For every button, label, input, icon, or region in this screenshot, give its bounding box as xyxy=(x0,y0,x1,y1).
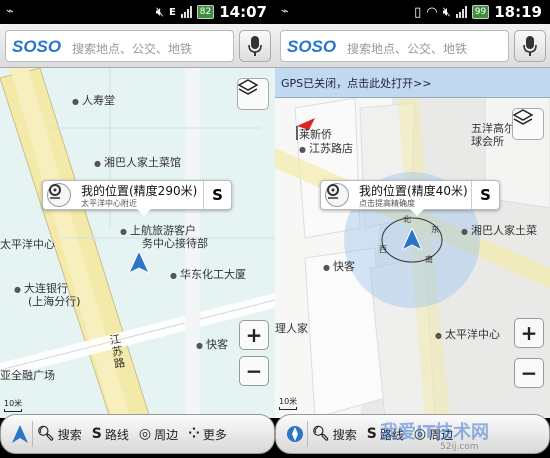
poi-renshoutang[interactable]: ● 人寿堂 xyxy=(72,92,115,108)
signal-icon xyxy=(455,6,467,18)
compass-south: 南 xyxy=(425,255,433,264)
layers-icon xyxy=(238,79,258,95)
callout-tail xyxy=(137,209,151,216)
compass-mode-button[interactable] xyxy=(282,421,308,447)
poi-liren[interactable]: 理人家 xyxy=(275,320,308,336)
zoom-out-button[interactable]: − xyxy=(514,358,544,388)
my-location-callout[interactable]: 我的位置(精度290米) 太平洋中心附近 S xyxy=(42,180,232,216)
callout-title: 我的位置(精度290米) xyxy=(81,184,198,198)
nearby-icon: ◎ xyxy=(138,426,152,442)
search-placeholder: 搜索地点、公交、地铁 xyxy=(72,42,193,56)
compass-west: 西 xyxy=(379,245,387,254)
callout-subtitle: 点击提高精确度 xyxy=(359,199,415,208)
minus-icon: − xyxy=(520,361,538,385)
navigation-arrow-icon xyxy=(11,425,28,443)
search-bar: SOSO 搜索地点、公交、地铁 xyxy=(275,24,550,68)
callout-title: 我的位置(精度40米) xyxy=(359,184,468,198)
compass-east: 东 xyxy=(431,225,439,234)
watermark-text: 我爱IT技术网 xyxy=(380,422,489,443)
plus-icon: + xyxy=(520,321,538,345)
microphone-icon xyxy=(523,36,537,56)
toolbar-search-button[interactable]: 🔍︎ 搜索 xyxy=(312,426,357,443)
voice-search-button[interactable] xyxy=(514,30,546,62)
plus-icon: + xyxy=(245,323,263,347)
callout-subtitle: 太平洋中心附近 xyxy=(81,199,137,208)
silent-icon: 🔇︎ xyxy=(155,4,164,20)
location-arrow-icon xyxy=(402,228,422,250)
voice-search-button[interactable] xyxy=(239,30,271,62)
compass-icon xyxy=(286,426,303,442)
toolbar-route-button[interactable]: S 路线 xyxy=(92,426,129,443)
route-icon: S xyxy=(366,426,377,442)
layer-button[interactable] xyxy=(512,108,544,140)
soso-logo: SOSO xyxy=(12,37,62,56)
location-pin-icon xyxy=(47,183,71,207)
route-button[interactable]: S xyxy=(203,181,231,209)
poi-dalian-bank-sub: (上海分行) xyxy=(28,295,81,308)
usb-icon: ⌁ xyxy=(6,4,14,19)
layers-icon xyxy=(513,109,533,125)
more-icon: ⁘ xyxy=(188,426,200,442)
poi-shanghang-line2: 务中心接待部 xyxy=(142,237,208,250)
toolbar-search-button[interactable]: 🔍︎ 搜索 xyxy=(37,426,82,443)
map-view-3d[interactable]: GPS已关闭，点击此处打开>> 莱新侨 ● 江苏路店 五洋高尔 球会所 ● 湘巴人家… xyxy=(275,68,550,418)
poi-taipingyang[interactable]: 太平洋中心 xyxy=(0,236,55,252)
zoom-out-button[interactable]: − xyxy=(239,356,269,386)
vibrate-icon: ▯ xyxy=(414,4,422,20)
status-time: 18:19 xyxy=(494,3,542,21)
search-placeholder: 搜索地点、公交、地铁 xyxy=(347,42,468,56)
scale-bar: 10米 xyxy=(279,396,297,410)
route-icon: S xyxy=(91,426,102,442)
microphone-icon xyxy=(248,36,262,56)
right-screen: ⌁ ▯ ◠ 🔇︎ 99 18:19 SOSO 搜索地点、公交、地铁 GPS已关闭… xyxy=(275,0,550,458)
toolbar-nearby-button[interactable]: ◎ 周边 xyxy=(139,426,178,443)
minus-icon: − xyxy=(245,359,263,383)
battery-icon: 82 xyxy=(196,5,215,19)
poi-jinrong[interactable]: 亚全融广场 xyxy=(0,367,55,383)
my-location-callout[interactable]: 我的位置(精度40米) 点击提高精确度 S xyxy=(320,180,500,216)
watermark-url: 52ij.com xyxy=(440,442,479,452)
bottom-toolbar: 🔍︎ 搜索 S 路线 ◎ 周边 ⁘ 更多 xyxy=(0,414,275,454)
route-button[interactable]: S xyxy=(471,181,499,209)
signal-icon xyxy=(180,6,192,18)
poi-taipingyang[interactable]: ● 太平洋中心 xyxy=(435,326,500,342)
scale-bar: 10米 xyxy=(4,398,22,412)
toolbar-more-button[interactable]: ⁘ 更多 xyxy=(188,426,227,443)
usb-icon: ⌁ xyxy=(281,4,289,19)
status-time: 14:07 xyxy=(219,3,267,21)
callout-tail xyxy=(410,209,424,216)
poi-kuaike[interactable]: ● 快客 xyxy=(323,258,355,274)
battery-icon: 99 xyxy=(471,5,490,19)
search-input[interactable]: SOSO 搜索地点、公交、地铁 xyxy=(280,30,509,62)
search-input[interactable]: SOSO 搜索地点、公交、地铁 xyxy=(5,30,234,62)
soso-logo: SOSO xyxy=(287,37,337,56)
poi-xiangba[interactable]: ● 湘巴人家土菜 xyxy=(461,222,537,238)
poi-kuaike[interactable]: ● 快客 xyxy=(196,336,228,352)
locate-button[interactable] xyxy=(7,421,33,447)
search-bar: SOSO 搜索地点、公交、地铁 xyxy=(0,24,275,68)
poi-laixinqiao-sub: ● 江苏路店 xyxy=(299,142,353,155)
location-arrow-icon xyxy=(129,251,149,273)
layer-button[interactable] xyxy=(237,78,269,110)
poi-huadong[interactable]: ● 华东化工大厦 xyxy=(170,266,246,282)
poi-wuyang-sub: 球会所 xyxy=(471,135,504,148)
location-pin-icon xyxy=(325,183,349,207)
zoom-in-button[interactable]: + xyxy=(514,318,544,348)
silent-icon: 🔇︎ xyxy=(442,4,451,20)
status-bar: ⌁ ▯ ◠ 🔇︎ 99 18:19 xyxy=(275,0,550,24)
poi-xiangba[interactable]: ● 湘巴人家土菜馆 xyxy=(94,154,181,170)
gps-off-banner[interactable]: GPS已关闭，点击此处打开>> xyxy=(275,68,550,98)
search-icon: 🔍︎ xyxy=(37,426,55,442)
wifi-icon: ◠ xyxy=(426,4,438,20)
status-bar: ⌁ 🔇︎ E 82 14:07 xyxy=(0,0,275,24)
edge-icon: E xyxy=(168,6,176,18)
zoom-in-button[interactable]: + xyxy=(239,320,269,350)
left-screen: ⌁ 🔇︎ E 82 14:07 SOSO 搜索地点、公交、地铁 ● 人寿堂 ● … xyxy=(0,0,275,458)
map-view[interactable]: ● 人寿堂 ● 湘巴人家土菜馆 ● 上航旅游客户 务中心接待部 太平洋中心 ● 大连银行… xyxy=(0,68,275,418)
search-icon: 🔍︎ xyxy=(312,426,330,442)
